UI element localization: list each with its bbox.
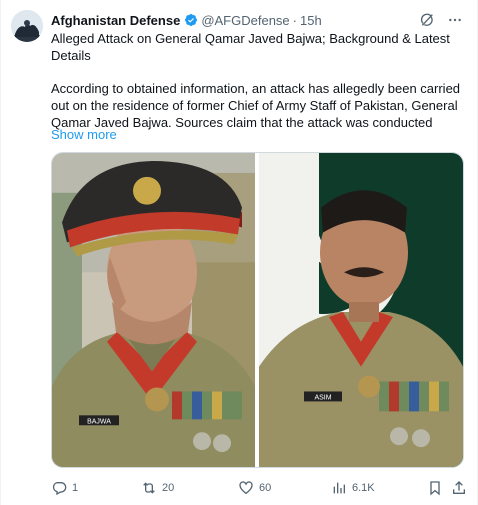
repost-count: 20 [162,482,175,494]
repost-icon [143,482,155,494]
general-portrait-image: ASIM [259,153,463,467]
verified-badge-icon[interactable] [184,13,198,27]
bookmark-button[interactable] [427,479,443,497]
share-button[interactable] [451,479,467,497]
heart-icon [239,481,253,495]
views-count: 6.1K [352,482,375,494]
timestamp[interactable]: 15h [300,13,322,28]
bookmark-icon [430,481,440,496]
views-button[interactable]: 6.1K [331,479,375,497]
like-button[interactable]: 60 [238,479,271,497]
general-portrait-image: BAJWA [52,153,255,467]
views-chart-icon [333,482,345,494]
tweet-body: According to obtained information, an at… [51,81,461,130]
share-icon [453,481,465,494]
repost-button[interactable]: 20 [141,479,174,497]
author-name[interactable]: Afghanistan Defense [51,13,180,28]
name-tag-left: BAJWA [87,418,111,425]
reply-count: 1 [72,482,79,494]
media-grid: BAJWA ASIM [51,152,464,468]
media-photo-right[interactable]: ASIM [259,153,463,467]
reply-icon [52,482,67,496]
like-count: 60 [259,482,272,494]
media-photo-left[interactable]: BAJWA [52,153,255,467]
grok-icon[interactable] [419,12,435,28]
tweet-header: Afghanistan Defense @AFGDefense · 15h [51,11,463,29]
author-handle[interactable]: @AFGDefense [201,13,289,28]
avatar[interactable] [11,10,43,42]
more-options-icon[interactable] [447,12,463,28]
reply-button[interactable]: 1 [51,479,78,497]
avatar-silhouette-icon [11,10,43,42]
tweet-title: Alleged Attack on General Qamar Javed Ba… [51,31,450,63]
separator-dot: · [292,12,297,28]
name-tag-right: ASIM [314,394,331,401]
tweet-card[interactable]: Afghanistan Defense @AFGDefense · 15h Al… [0,0,478,505]
show-more-link[interactable]: Show more [51,127,117,142]
tweet-actions: 1 20 60 6.1K [51,479,471,499]
